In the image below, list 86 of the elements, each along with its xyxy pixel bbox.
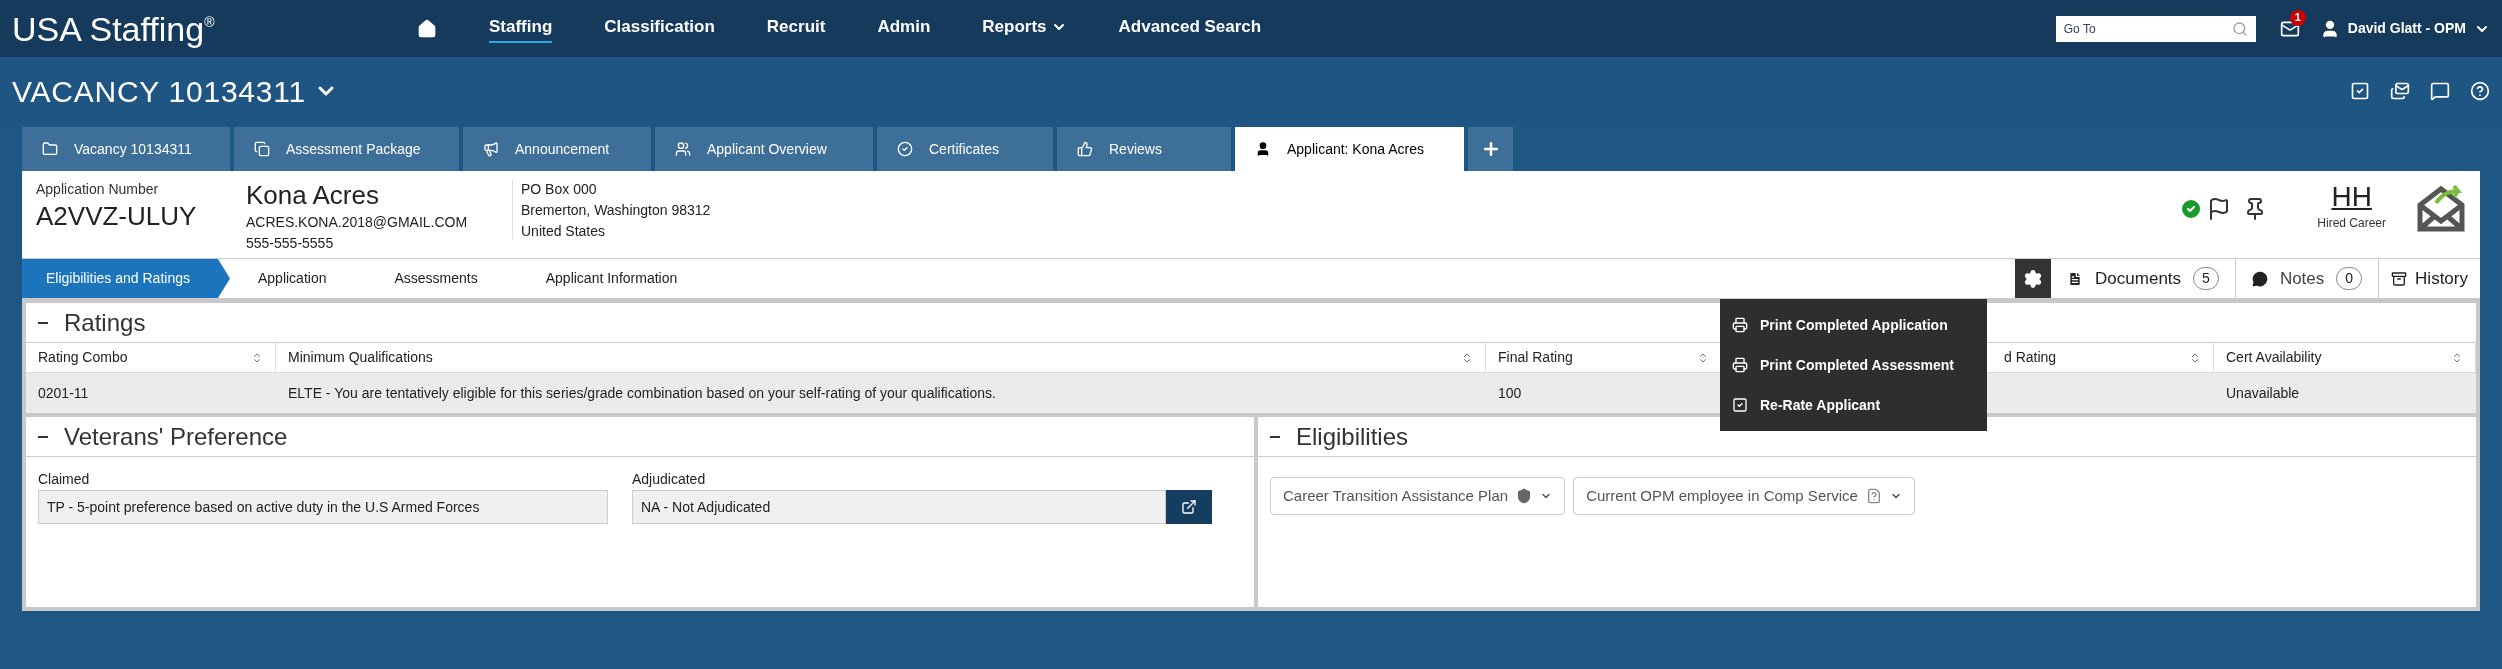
column-header[interactable]: Rating Combo (26, 343, 276, 372)
documents-button[interactable]: Documents 5 (2051, 259, 2236, 298)
address-line: United States (521, 222, 607, 241)
check-circle-icon (897, 141, 913, 157)
nav-link[interactable]: Recruit (766, 13, 826, 44)
checkbox-icon (1732, 397, 1748, 413)
tab[interactable]: Certificates (877, 127, 1053, 171)
panel-title: Ratings (64, 307, 146, 338)
go-to-search-field[interactable]: Go To (2055, 15, 2256, 42)
step-tab[interactable]: Eligibilities and Ratings (22, 259, 230, 298)
history-button[interactable]: History (2379, 259, 2480, 298)
collapse-icon[interactable] (38, 321, 48, 324)
envelope-arrow-icon[interactable] (2416, 183, 2466, 233)
collapse-icon[interactable] (1270, 435, 1280, 438)
edit-button[interactable] (1166, 490, 1212, 524)
sort-icon (251, 351, 263, 364)
applicant-email: ACRES.KONA.2018@GMAIL.COM (246, 212, 469, 232)
printer-icon (1732, 317, 1748, 333)
checkbox-icon[interactable] (2350, 81, 2370, 101)
tab[interactable]: Announcement (463, 127, 651, 171)
adjudicated-label: Adjudicated (632, 470, 707, 489)
eligibility-dropdown[interactable]: Current OPM employee in Comp Service (1573, 477, 1915, 515)
gear-icon (2023, 268, 2044, 289)
nav-link[interactable]: Advanced Search (1118, 13, 1262, 44)
claimed-field[interactable]: TP - 5-point preference based on active duty in the U.S Armed Forces (38, 490, 608, 524)
envelope-icon[interactable] (2390, 81, 2410, 101)
notes-button[interactable]: Notes 0 (2235, 259, 2380, 298)
applicant-phone: 555-555-5555 (246, 233, 335, 253)
nav-link[interactable]: Staffing (489, 13, 553, 44)
vacancy-title: VACANCY 10134311 (12, 73, 306, 110)
adjudicated-field[interactable]: NA - Not Adjudicated (632, 490, 1166, 524)
address-line: PO Box 000 (521, 180, 598, 199)
applicant-name: Kona Acres (246, 179, 380, 212)
nav-link[interactable]: Classification (604, 13, 715, 44)
home-icon[interactable] (417, 18, 437, 39)
user-menu[interactable]: David Glatt - OPM (2347, 18, 2490, 39)
nav-link[interactable]: Admin (877, 13, 931, 44)
column-header[interactable]: Minimum Qualifications (276, 343, 1486, 372)
sort-icon (2451, 351, 2463, 364)
application-number-label: Application Number (36, 180, 160, 199)
chat-icon[interactable] (2430, 81, 2450, 101)
help-icon[interactable] (2470, 81, 2490, 101)
status-code: HH (2331, 180, 2372, 214)
tab[interactable]: Reviews (1057, 127, 1231, 171)
folder-icon (42, 141, 58, 157)
nav-dropdown[interactable]: Reports (982, 13, 1067, 44)
claimed-label: Claimed (38, 470, 91, 489)
logo[interactable]: USA Staffing (12, 11, 205, 46)
table-cell-text: ELTE - You are tentatively eligible for this series/grade combination based on your self-rating of your qualifications. (287, 383, 997, 403)
speech-bubble-icon (2251, 270, 2268, 287)
external-link-icon (1181, 499, 1197, 515)
add-tab-button[interactable] (1468, 127, 1513, 171)
address-line: Bremerton, Washington 98312 (521, 201, 711, 220)
users-icon (675, 141, 691, 157)
tab[interactable]: Applicant: Kona Acres (1235, 127, 1464, 171)
collapse-icon[interactable] (38, 435, 48, 438)
column-header[interactable]: Cert Availability (2214, 343, 2476, 372)
thumbs-up-icon (1077, 141, 1093, 157)
question-icon (1865, 488, 1882, 504)
sort-icon (2189, 351, 2201, 364)
menu-item[interactable]: Re-Rate Applicant (1720, 385, 1987, 425)
user-icon (1255, 141, 1271, 157)
search-icon (2231, 20, 2248, 37)
status-label: Hired Career (2317, 215, 2386, 232)
shield-icon (1516, 488, 1533, 504)
table-cell-text: 0201-11 (37, 383, 90, 403)
tab[interactable]: Assessment Package (234, 127, 459, 171)
table-cell-text: 100 (1497, 383, 1523, 403)
copy-icon (254, 141, 270, 157)
eligibility-dropdown[interactable]: Career Transition Assistance Plan (1270, 477, 1566, 515)
sort-icon (1697, 351, 1709, 364)
application-number: A2VVZ-ULUY (36, 200, 198, 233)
notification-badge: 1 (2289, 9, 2306, 26)
menu-item[interactable]: Print Completed Application (1720, 305, 1987, 345)
panel-title: Veterans' Preference (64, 421, 288, 452)
registered-mark: ® (204, 12, 215, 30)
tab[interactable]: Applicant Overview (655, 127, 873, 171)
archive-icon (2391, 270, 2408, 287)
panel-title: Eligibilities (1296, 421, 1409, 452)
tab[interactable]: Vacancy 10134311 (22, 127, 230, 171)
printer-icon (1732, 357, 1748, 373)
settings-button[interactable] (2015, 259, 2052, 298)
sort-icon (1461, 351, 1473, 364)
megaphone-icon (483, 141, 499, 157)
menu-item[interactable]: Print Completed Assessment (1720, 345, 1987, 385)
table-cell-text: Unavailable (2225, 383, 2301, 403)
